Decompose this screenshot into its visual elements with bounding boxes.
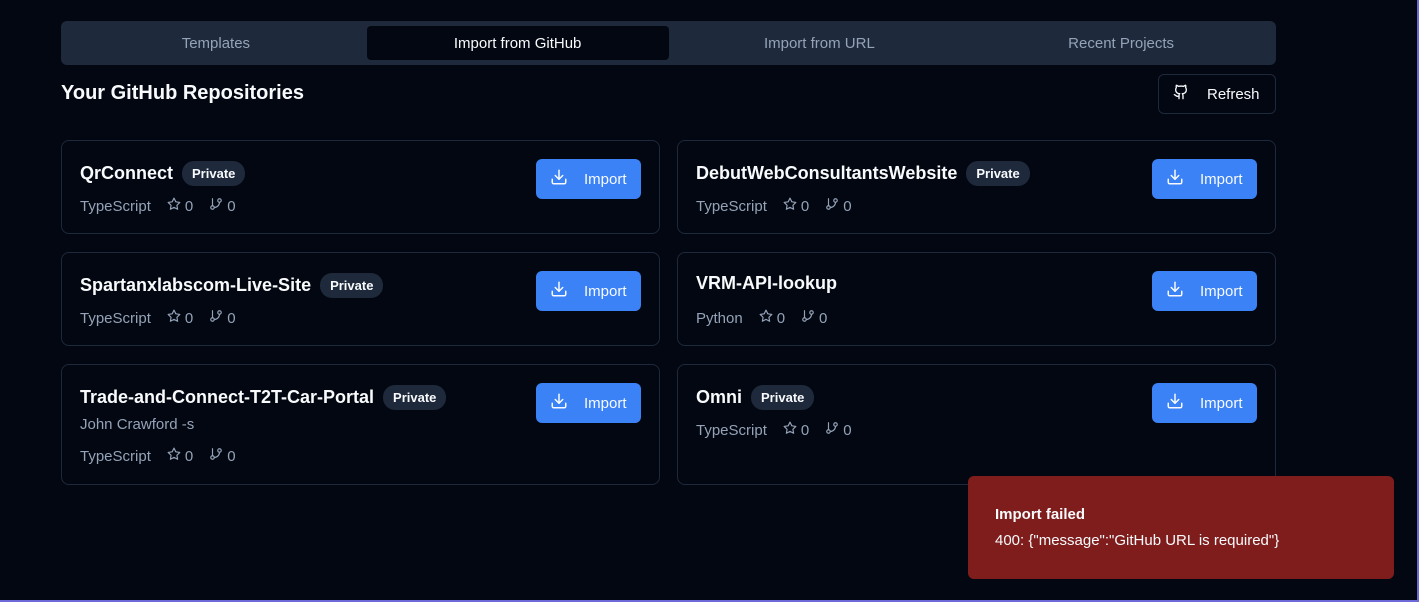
import-button[interactable]: Import [1152,271,1257,311]
private-badge: Private [751,385,815,410]
star-icon [167,309,181,327]
repo-card-debutwebconsultantswebsite: DebutWebConsultantsWebsite Private TypeS… [677,140,1276,234]
repo-language: Python [696,309,743,327]
repo-name: Omni [696,387,743,407]
private-badge: Private [320,273,384,298]
repo-description: John Crawford -s [80,416,195,433]
repo-language: TypeScript [80,309,151,327]
fork-icon [825,197,839,215]
star-count: 0 [776,309,786,327]
repo-language: TypeScript [80,197,151,215]
import-label: Import [1200,394,1243,412]
star-icon [759,309,773,327]
tab-import-from-github[interactable]: Import from GitHub [366,26,669,60]
fork-icon [825,421,839,439]
star-count: 0 [184,447,194,465]
repo-language: TypeScript [696,197,767,215]
download-icon [550,392,568,414]
download-icon [550,168,568,190]
fork-count: 0 [227,309,236,327]
import-label: Import [1200,170,1243,188]
repo-card-qrconnect: QrConnect Private TypeScript 0 0 Import [61,140,660,234]
download-icon [1166,168,1184,190]
fork-icon [209,309,223,327]
fork-count: 0 [227,447,236,465]
repo-language: TypeScript [696,421,767,439]
github-icon [1173,84,1189,104]
repo-name: DebutWebConsultantsWebsite [696,163,958,183]
fork-count: 0 [819,309,828,327]
fork-count: 0 [843,197,852,215]
repo-card-omni: Omni Private TypeScript 0 0 Import [677,364,1276,485]
tab-import-from-url[interactable]: Import from URL [669,26,971,60]
private-badge: Private [182,161,246,186]
fork-icon [209,447,223,465]
fork-count: 0 [843,421,852,439]
download-icon [1166,392,1184,414]
import-button[interactable]: Import [1152,383,1257,423]
import-button[interactable]: Import [536,159,641,199]
star-count: 0 [800,421,810,439]
repo-language: TypeScript [80,447,151,465]
import-source-tabs: Templates Import from GitHub Import from… [61,21,1276,65]
import-label: Import [584,170,627,188]
star-icon [783,421,797,439]
star-icon [167,447,181,465]
refresh-button[interactable]: Refresh [1158,74,1276,114]
star-icon [167,197,181,215]
import-label: Import [584,394,627,412]
fork-count: 0 [227,197,236,215]
import-label: Import [584,282,627,300]
repo-name: Spartanxlabscom-Live-Site [80,275,312,295]
section-title: Your GitHub Repositories [61,82,304,104]
import-button[interactable]: Import [536,383,641,423]
refresh-label: Refresh [1207,85,1260,103]
star-count: 0 [184,309,194,327]
star-count: 0 [184,197,194,215]
import-button[interactable]: Import [1152,159,1257,199]
tab-templates[interactable]: Templates [65,26,367,60]
tab-recent-projects[interactable]: Recent Projects [970,26,1272,60]
private-badge: Private [966,161,1030,186]
fork-icon [209,197,223,215]
repo-name: VRM-API-lookup [696,273,837,293]
star-icon [783,197,797,215]
repo-name: QrConnect [80,163,174,183]
repo-card-trade-and-connect-t2t-car-portal: Trade-and-Connect-T2T-Car-Portal Private… [61,364,660,485]
fork-icon [801,309,815,327]
toast-message: 400: {"message":"GitHub URL is required"… [995,532,1280,549]
error-toast[interactable]: Import failed 400: {"message":"GitHub UR… [968,476,1394,579]
download-icon [1166,280,1184,302]
private-badge: Private [383,385,447,410]
download-icon [550,280,568,302]
import-button[interactable]: Import [536,271,641,311]
repo-name: Trade-and-Connect-T2T-Car-Portal [80,387,375,407]
star-count: 0 [800,197,810,215]
toast-title: Import failed [995,506,1086,523]
repo-card-spartanxlabscom-live-site: Spartanxlabscom-Live-Site Private TypeSc… [61,252,660,346]
repo-card-vrm-api-lookup: VRM-API-lookup Python 0 0 Import [677,252,1276,346]
import-label: Import [1200,282,1243,300]
